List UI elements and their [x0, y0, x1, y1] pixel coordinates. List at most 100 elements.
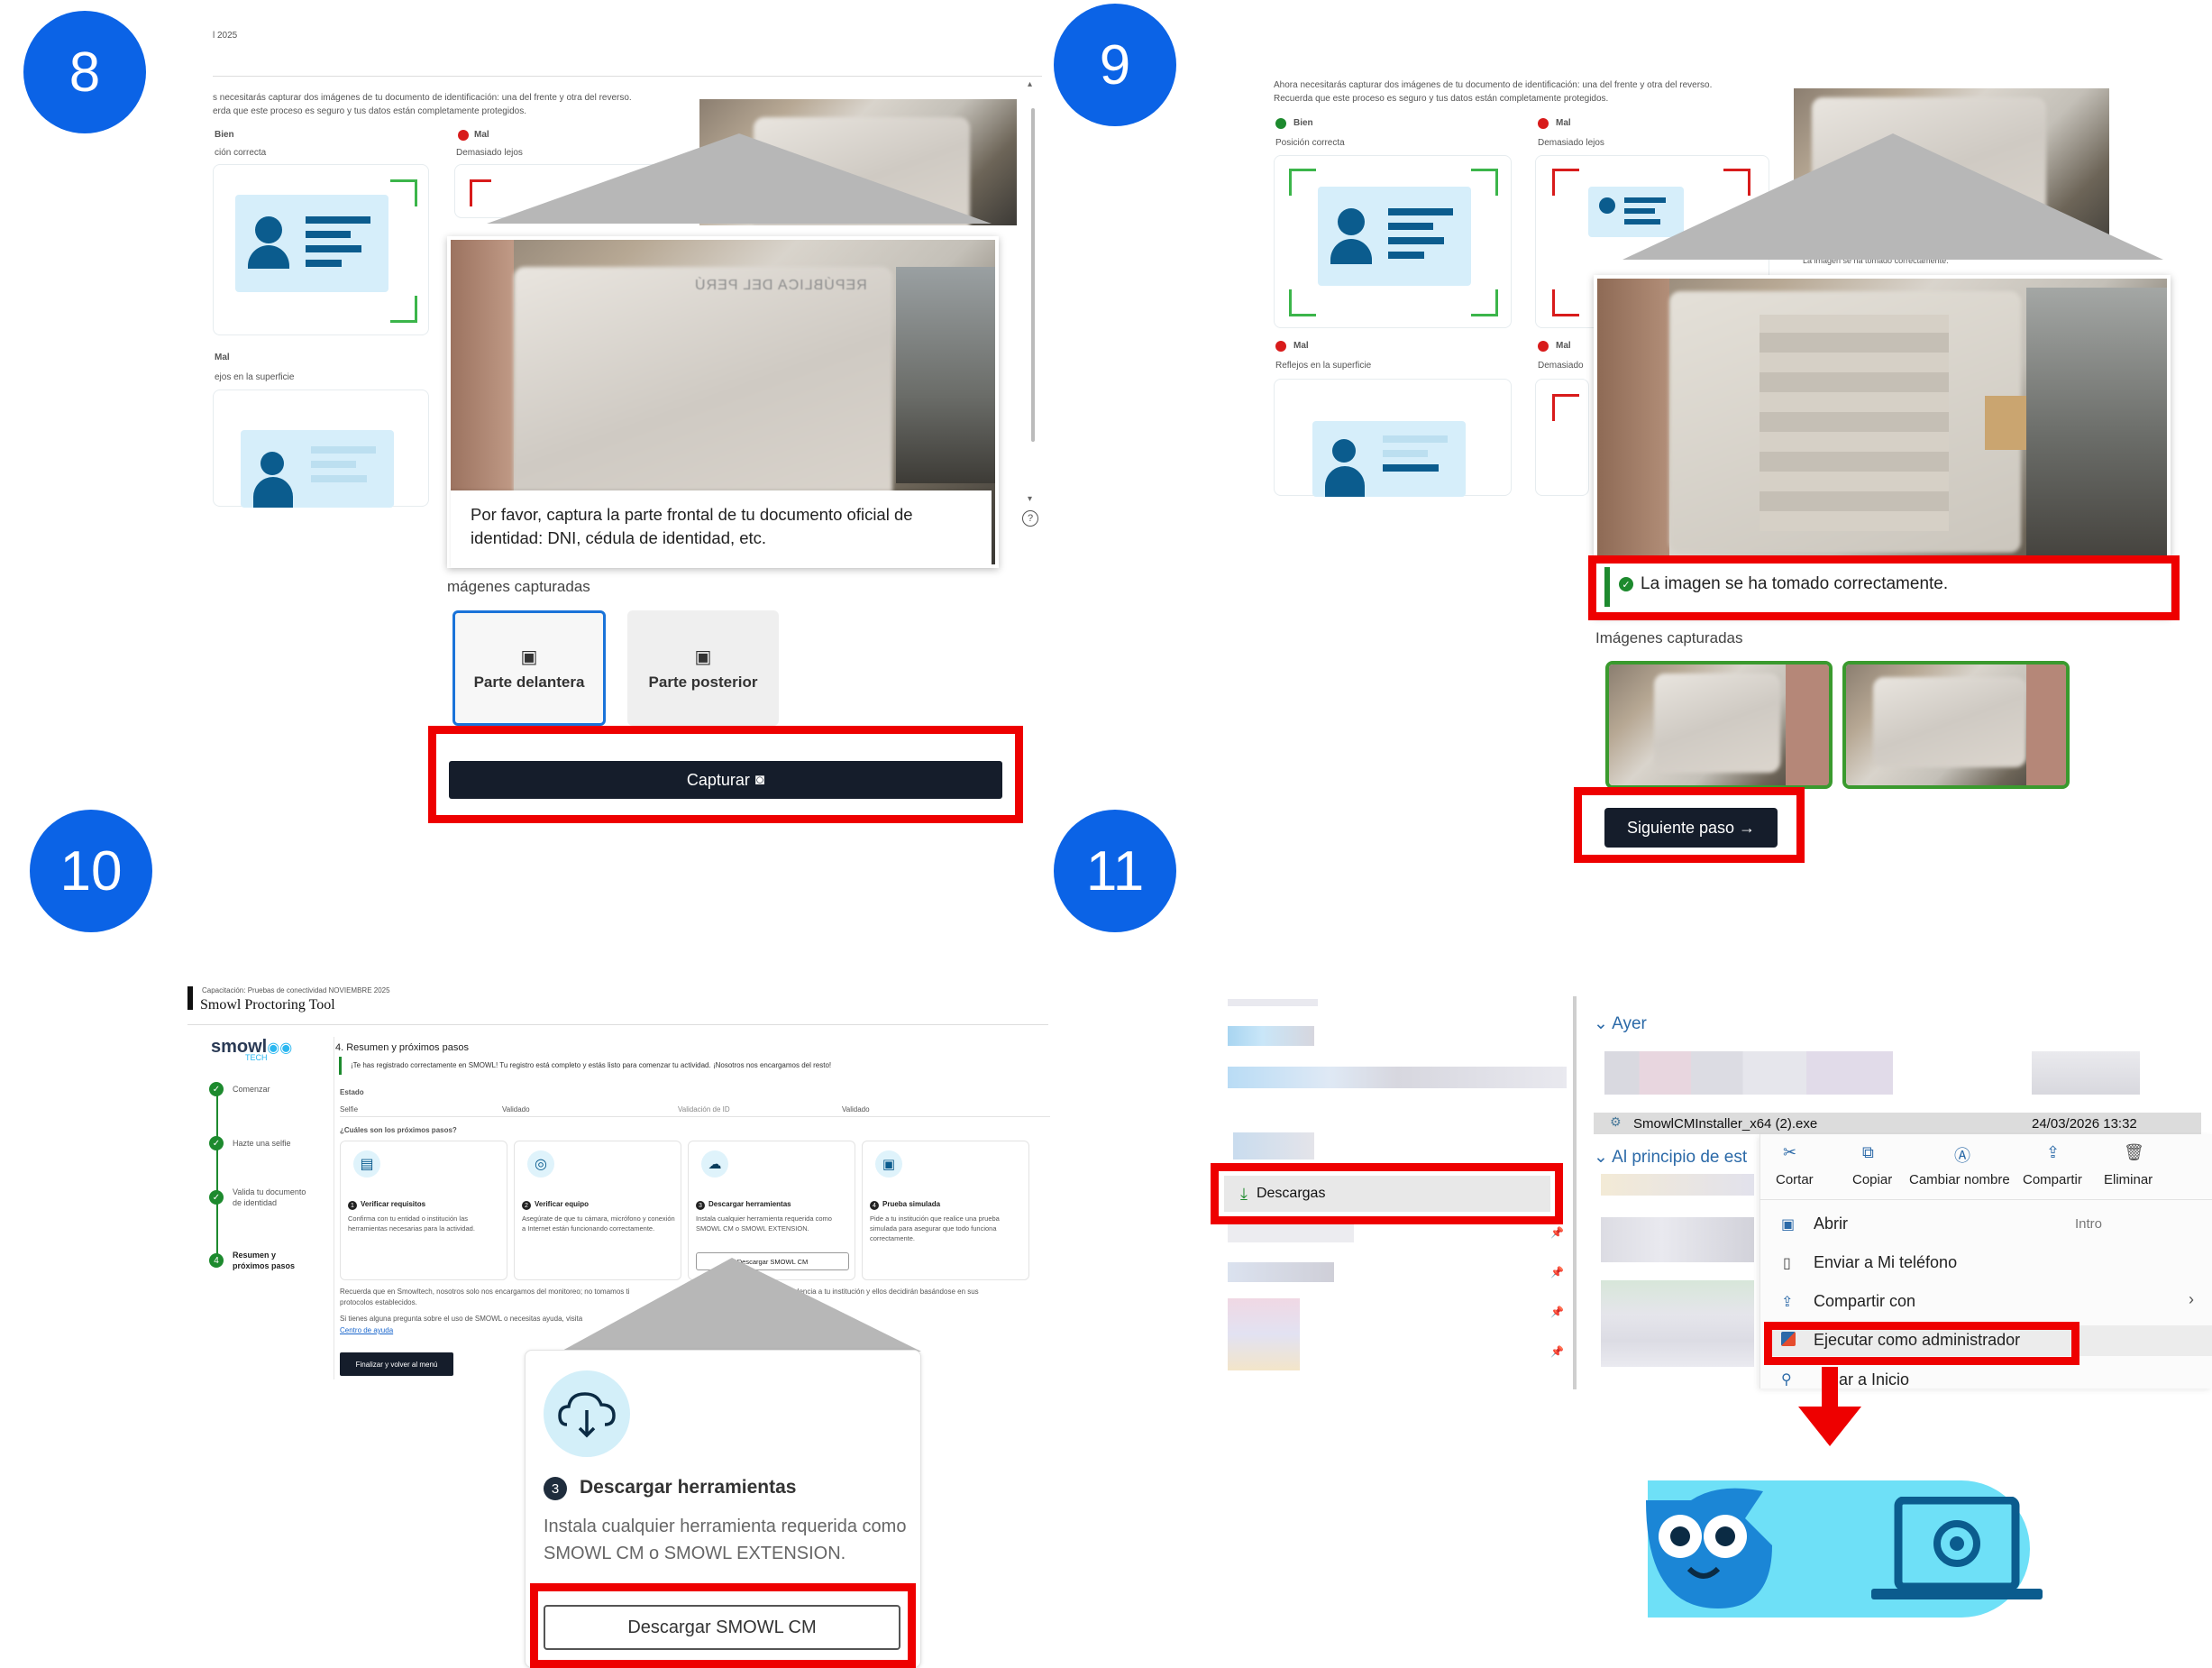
toolbar-cut[interactable]: Cortar — [1776, 1172, 1814, 1187]
step-badge-11: 11 — [1054, 810, 1176, 932]
captured-back-thumb[interactable] — [1842, 661, 2070, 789]
camera-view-enlarged: REPÚBLICA DEL PERÚ Por favor, captura la… — [447, 236, 999, 568]
bad-icon — [1275, 341, 1286, 352]
laptop-settings-icon — [1871, 1497, 2043, 1599]
blurred-nav — [1228, 999, 1318, 1006]
toolbar-share[interactable]: Compartir — [2023, 1172, 2082, 1187]
help-center-link[interactable]: Centro de ayuda — [340, 1324, 393, 1336]
phone-icon: ▯ — [1783, 1256, 1791, 1271]
divider — [187, 1024, 1048, 1025]
cloud-download-icon — [544, 1370, 630, 1457]
date-fragment: l 2025 — [213, 31, 238, 41]
front-side-label: Parte delantera — [473, 673, 585, 691]
download-smowl-cm-button[interactable]: Descargar SMOWL CM — [544, 1605, 900, 1650]
next-step-button[interactable]: Siguiente paso → — [1604, 808, 1778, 848]
rename-icon: Ⓐ — [1954, 1147, 1970, 1165]
blurred-nav — [1233, 1132, 1314, 1159]
nav-step-4[interactable]: Resumen y próximos pasos — [233, 1250, 314, 1271]
image-icon: ▣ — [520, 646, 538, 667]
section-title: 4. Resumen y próximos pasos — [335, 1042, 469, 1053]
pane-splitter[interactable] — [1573, 996, 1577, 1389]
check-icon — [1275, 118, 1286, 129]
good-example-card — [1274, 155, 1512, 328]
menu-share-with[interactable]: Compartir con — [1814, 1292, 1915, 1311]
zoom-callout — [487, 133, 992, 224]
intro-line-1: Ahora necesitarás capturar dos imágenes … — [1274, 80, 1713, 90]
captured-heading: mágenes capturadas — [447, 578, 590, 595]
menu-open[interactable]: Abrir — [1814, 1214, 1848, 1233]
capture-button[interactable]: Capturar ◙ — [449, 761, 1002, 799]
blurred-nav — [1228, 1224, 1354, 1242]
red-arrow-down — [1798, 1367, 1861, 1446]
scroll-down-arrow[interactable]: ▾ — [1028, 494, 1032, 504]
document-icon: ▤ — [353, 1150, 380, 1178]
nav-downloads[interactable]: ⤓ Descargas — [1224, 1176, 1550, 1212]
capture-button-label: Capturar — [686, 770, 750, 789]
card-title: Verificar equipo — [535, 1200, 590, 1208]
step-badge-9: 9 — [1054, 4, 1176, 126]
bad-icon — [458, 130, 469, 141]
step-done-icon: ✓ — [209, 1190, 224, 1205]
scroll-up-arrow[interactable]: ▴ — [1028, 79, 1037, 89]
nav-step-1[interactable]: Comenzar — [233, 1084, 270, 1095]
status-selfie-label: Selfie — [340, 1105, 359, 1114]
card-body: Instala cualquier herramienta requerida … — [696, 1214, 832, 1233]
back-side-slot[interactable]: ▣ Parte posterior — [627, 610, 779, 726]
bad2-label: Mal — [1293, 341, 1309, 351]
open-icon: ▣ — [1781, 1217, 1796, 1233]
cut-icon: ✂ — [1783, 1143, 1797, 1161]
finish-button[interactable]: Finalizar y volver al menú — [340, 1352, 453, 1376]
step-done-icon: ✓ — [209, 1136, 224, 1150]
blurred-nav — [1228, 1262, 1334, 1282]
next-steps-heading: ¿Cuáles son los próximos pasos? — [340, 1126, 457, 1134]
step-badge-8: 8 — [23, 11, 146, 133]
card-body: Pide a tu institución que realice una pr… — [870, 1214, 1000, 1242]
card-country-text: REPÚBLICA DEL PERÚ — [694, 278, 867, 293]
blurred-files — [1601, 1174, 1754, 1196]
scrollbar[interactable] — [1031, 108, 1035, 442]
highlight-run-as-admin — [1764, 1322, 2079, 1365]
cloud-download-icon: ☁ — [701, 1150, 728, 1178]
bad-reflection-card — [1274, 379, 1512, 497]
intro-line-1: s necesitarás capturar dos imágenes de t… — [213, 93, 632, 103]
card-body: Confirma con tu entidad o institución la… — [348, 1214, 475, 1233]
nav-step-3[interactable]: Valida tu documento de identidad — [233, 1187, 314, 1208]
blurred-nav — [1228, 1067, 1567, 1088]
bad1-label: Mal — [1556, 118, 1571, 128]
group-earlier[interactable]: ⌄ Al principio de est — [1594, 1147, 1747, 1168]
bad3-label: Mal — [1556, 341, 1571, 351]
divider — [340, 1116, 1050, 1117]
card-number: 2 — [522, 1201, 531, 1210]
intro-line-2: Recuerda que este proceso es seguro y tu… — [1274, 94, 1609, 104]
chevron-down-icon: ⌄ — [1594, 1148, 1613, 1167]
pin-icon: 📌 — [1550, 1306, 1564, 1318]
download-arrow-icon: ⤓ — [1240, 1184, 1248, 1203]
toolbar-delete[interactable]: Eliminar — [2104, 1172, 2153, 1187]
progress-line — [216, 1087, 218, 1259]
success-message: La imagen se ha tomado correctamente. — [1641, 574, 1949, 593]
share-with-icon: ⇪ — [1781, 1295, 1794, 1310]
status-heading: Estado — [340, 1088, 364, 1096]
zoom-callout — [1622, 133, 2163, 260]
captured-front-thumb[interactable] — [1605, 661, 1833, 789]
menu-send-phone[interactable]: Enviar a Mi teléfono — [1814, 1253, 1957, 1272]
blurred-files — [2032, 1051, 2140, 1095]
card-number: 1 — [348, 1201, 357, 1210]
page-title: Smowl Proctoring Tool — [200, 997, 335, 1013]
image-icon: ▣ — [694, 646, 712, 667]
toolbar-rename[interactable]: Cambiar nombre — [1909, 1172, 2010, 1187]
good-label: Bien — [1293, 118, 1313, 128]
nav-step-2[interactable]: Hazte una selfie — [233, 1138, 291, 1150]
group-yesterday[interactable]: ⌄ Ayer — [1594, 1013, 1647, 1034]
instruction-box: Por favor, captura la parte frontal de t… — [451, 490, 992, 568]
chevron-down-icon: ⌄ — [1594, 1014, 1613, 1033]
webcam-icon: ◎ — [527, 1150, 554, 1178]
back-side-label: Parte posterior — [648, 673, 758, 691]
good-example-card — [213, 164, 429, 335]
front-side-slot[interactable]: ▣ Parte delantera — [452, 610, 606, 726]
tutorial-collage: 8 9 10 11 l 2025 s necesitarás capturar … — [0, 0, 2212, 1668]
card-title: Verificar requisitos — [361, 1200, 426, 1208]
pin-icon: 📌 — [1550, 1226, 1564, 1239]
toolbar-copy[interactable]: Copiar — [1852, 1172, 1892, 1187]
help-icon[interactable]: ? — [1022, 510, 1038, 527]
